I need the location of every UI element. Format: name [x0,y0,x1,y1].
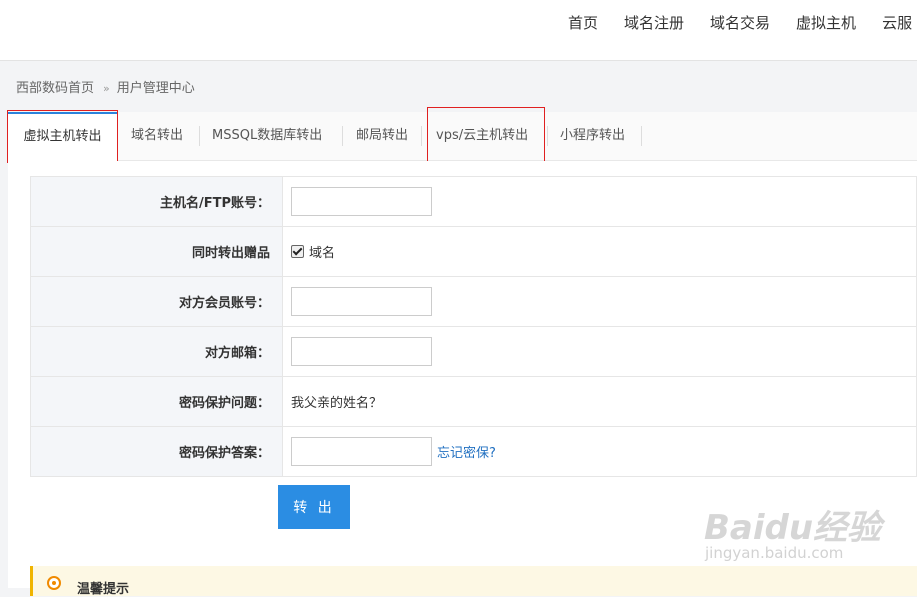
tab-divider [641,126,642,146]
tab-domain-transfer[interactable]: 域名转出 [131,112,183,160]
transfer-tabs: 虚拟主机转出 域名转出 MSSQL数据库转出 邮局转出 vps/云主机转出 小程… [8,112,917,161]
tab-virtual-host-transfer[interactable]: 虚拟主机转出 [8,112,117,161]
email-input[interactable] [291,337,432,366]
tab-mssql-transfer[interactable]: MSSQL数据库转出 [212,112,322,160]
host-label: 主机名/FTP账号： [30,176,283,227]
form-row-answer: 密码保护答案： 忘记密保? [30,426,917,477]
member-account-input[interactable] [291,287,432,316]
breadcrumb-separator-icon: » [103,82,110,95]
top-nav: 首页 域名注册 域名交易 虚拟主机 云服 [568,0,917,46]
answer-label: 密码保护答案： [30,426,283,477]
tab-miniprogram-transfer[interactable]: 小程序转出 [560,112,625,160]
site-header: 首页 域名注册 域名交易 虚拟主机 云服 [0,0,917,61]
gift-label: 同时转出赠品 [30,226,283,277]
form-row-email: 对方邮箱： [30,326,917,377]
nav-domain-trade[interactable]: 域名交易 [710,0,770,46]
tab-vps-cloud-transfer[interactable]: vps/云主机转出 [436,112,528,160]
gift-domain-checkbox[interactable] [291,245,304,258]
forgot-security-link[interactable]: 忘记密保? [437,446,496,461]
breadcrumb-current[interactable]: 用户管理中心 [117,81,195,96]
tab-mail-transfer[interactable]: 邮局转出 [356,112,408,160]
nav-cloud-server[interactable]: 云服 [882,0,912,46]
member-label: 对方会员账号： [30,276,283,327]
question-label: 密码保护问题： [30,376,283,427]
breadcrumb: 西部数码首页 » 用户管理中心 [16,77,195,96]
form-row-host: 主机名/FTP账号： [30,176,917,227]
nav-domain-register[interactable]: 域名注册 [624,0,684,46]
form-row-question: 密码保护问题： 我父亲的姓名？ [30,376,917,427]
tab-divider [342,126,343,146]
form-row-gift: 同时转出赠品 域名 [30,226,917,277]
tab-divider [199,126,200,146]
host-input[interactable] [291,187,432,216]
form-row-member: 对方会员账号： [30,276,917,327]
transfer-submit-button[interactable]: 转 出 [278,485,350,529]
transfer-form: 主机名/FTP账号： 同时转出赠品 域名 对方会员账号： 对方邮箱： 密码保护问… [30,176,917,477]
nav-home[interactable]: 首页 [568,0,598,46]
email-label: 对方邮箱： [30,326,283,377]
breadcrumb-home[interactable]: 西部数码首页 [16,81,94,96]
gift-domain-label[interactable]: 域名 [309,246,335,261]
transfer-form-panel: 主机名/FTP账号： 同时转出赠品 域名 对方会员账号： 对方邮箱： 密码保护问… [8,161,917,597]
security-question-value: 我父亲的姓名？ [282,376,917,427]
tab-divider [421,126,422,146]
nav-virtual-host[interactable]: 虚拟主机 [796,0,856,46]
tip-box: 温馨提示 [30,566,917,597]
security-answer-input[interactable] [291,437,432,466]
tab-divider [547,126,548,146]
